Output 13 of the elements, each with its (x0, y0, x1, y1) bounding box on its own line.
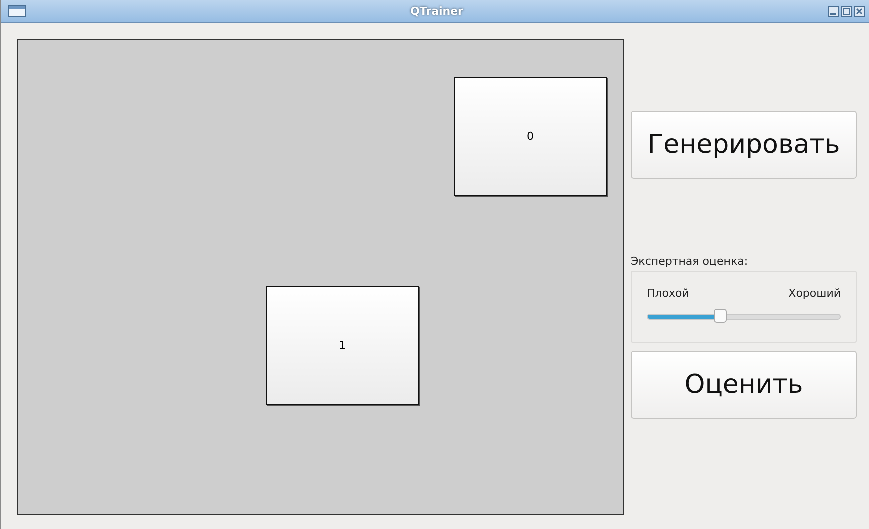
canvas-node[interactable]: 1 (266, 286, 419, 405)
maximize-icon[interactable] (841, 6, 852, 16)
slider-thumb[interactable] (714, 309, 727, 323)
minimize-icon[interactable] (828, 6, 839, 16)
window-title: QTrainer (410, 4, 464, 18)
close-icon[interactable] (854, 6, 865, 16)
max-label: Хороший (788, 287, 841, 300)
generate-button[interactable]: Генерировать (631, 111, 857, 179)
window-icon (8, 5, 26, 17)
group-title: Экспертная оценка: (631, 255, 750, 268)
min-label: Плохой (647, 287, 690, 300)
canvas-node[interactable]: 0 (454, 77, 607, 196)
rate-button[interactable]: Оценить (631, 351, 857, 419)
